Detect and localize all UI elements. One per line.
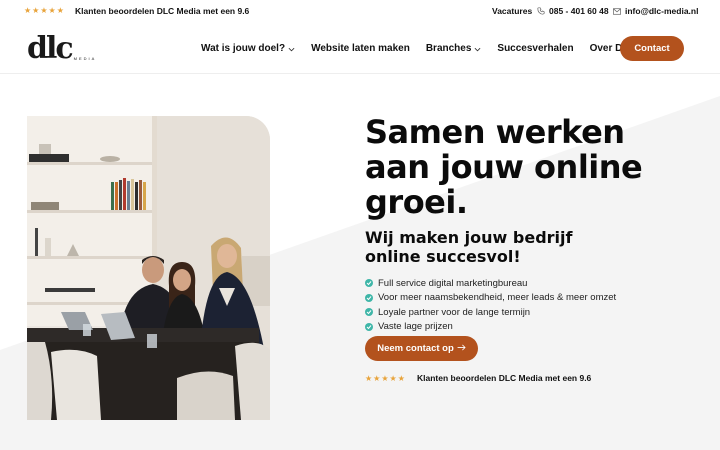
usp-text: Loyale partner voor de lange termijn (378, 306, 531, 318)
phone-link[interactable]: 085 - 401 60 48 (537, 6, 609, 16)
rating-stars-icon: ★★★★★ (24, 6, 65, 15)
logo-mark: dlc (27, 31, 74, 66)
nav-item-website[interactable]: Website laten maken (311, 43, 410, 54)
top-bar: ★★★★★ Klanten beoordelen DLC Media met e… (0, 0, 720, 24)
usp-text: Vaste lage prijzen (378, 321, 453, 333)
mail-icon (613, 7, 621, 15)
hero-rating-text[interactable]: Klanten beoordelen DLC Media met een 9.6 (417, 373, 591, 383)
usp-text: Full service digital marketingbureau (378, 277, 528, 289)
chevron-down-icon (474, 44, 481, 54)
nav-item-label: Succesverhalen (497, 43, 574, 54)
nav-item-label: Website laten maken (311, 43, 410, 54)
contact-button[interactable]: Contact (620, 36, 684, 61)
logo-sub: MEDIA (73, 56, 97, 61)
check-icon (365, 322, 373, 331)
hero-title: Samen werken aan jouw online groei. (365, 113, 643, 221)
logo[interactable]: dlc MEDIA (27, 31, 97, 66)
main-nav: Wat is jouw doel? Website laten maken Br… (201, 43, 683, 54)
chevron-down-icon (288, 44, 295, 54)
contact-cta-button[interactable]: Neem contact op (365, 336, 478, 361)
nav-item-doel[interactable]: Wat is jouw doel? (201, 43, 295, 54)
vacatures-link[interactable]: Vacatures (492, 6, 532, 16)
nav-item-branches[interactable]: Branches (426, 43, 482, 54)
check-icon (365, 293, 373, 302)
rating-stars-icon: ★★★★★ (365, 373, 406, 383)
email-address: info@dlc-media.nl (625, 6, 699, 16)
hero-subtitle: Wij maken jouw bedrijf online succesvol! (365, 228, 573, 266)
list-item: Voor meer naamsbekendheid, meer leads & … (365, 291, 665, 306)
phone-number: 085 - 401 60 48 (549, 6, 609, 16)
usp-list: Full service digital marketingbureau Voo… (365, 276, 665, 334)
check-icon (365, 279, 373, 288)
phone-icon (537, 7, 545, 15)
nav-item-label: Branches (425, 43, 472, 54)
top-rating-text[interactable]: Klanten beoordelen DLC Media met een 9.6 (75, 6, 249, 16)
usp-text: Voor meer naamsbekendheid, meer leads & … (378, 292, 617, 304)
nav-item-label: Wat is jouw doel? (201, 43, 286, 54)
list-item: Loyale partner voor de lange termijn (365, 305, 665, 320)
list-item: Full service digital marketingbureau (365, 276, 665, 291)
email-link[interactable]: info@dlc-media.nl (613, 6, 698, 16)
arrow-right-icon (457, 343, 466, 354)
list-item: Vaste lage prijzen (365, 320, 665, 335)
team-photo (27, 116, 270, 420)
cta-label: Neem contact op (377, 343, 454, 354)
main-header: dlc MEDIA Wat is jouw doel? Website late… (0, 24, 720, 74)
check-icon (365, 308, 373, 317)
hero-rating: ★★★★★ Klanten beoordelen DLC Media met e… (365, 373, 591, 383)
nav-item-succesverhalen[interactable]: Succesverhalen (497, 43, 573, 54)
hero-content: Samen werken aan jouw online groei. Wij … (365, 115, 665, 334)
